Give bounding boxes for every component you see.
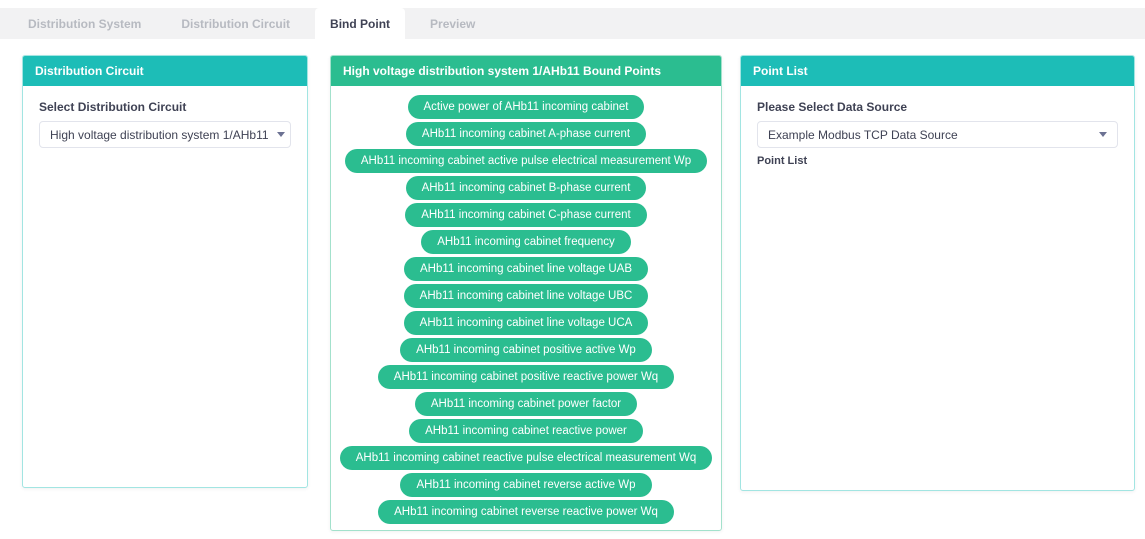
bound-point-label: AHb11 incoming cabinet A-phase current <box>422 128 630 140</box>
bound-points-panel: High voltage distribution system 1/AHb11… <box>330 55 722 531</box>
distribution-circuit-select[interactable]: High voltage distribution system 1/AHb11 <box>39 121 291 148</box>
bound-point-pill[interactable]: AHb11 incoming cabinet positive reactive… <box>378 365 674 389</box>
bound-point-label: AHb11 incoming cabinet power factor <box>431 398 621 410</box>
tab-distribution-circuit[interactable]: Distribution Circuit <box>166 8 305 39</box>
bound-point-pill[interactable]: AHb11 incoming cabinet reverse reactive … <box>378 500 674 524</box>
tab-label: Distribution System <box>28 17 141 31</box>
chevron-down-icon <box>277 132 285 137</box>
bound-point-label: AHb11 incoming cabinet reverse reactive … <box>394 506 658 518</box>
tab-preview[interactable]: Preview <box>415 8 490 39</box>
bound-point-pill[interactable]: AHb11 incoming cabinet reactive power <box>409 419 643 443</box>
bound-point-pill[interactable]: AHb11 incoming cabinet C-phase current <box>405 203 646 227</box>
data-source-select-label: Please Select Data Source <box>757 100 1118 114</box>
bound-point-pill[interactable]: AHb11 incoming cabinet A-phase current <box>406 122 646 146</box>
bound-point-pill[interactable]: AHb11 incoming cabinet B-phase current <box>406 176 647 200</box>
tab-bind-point[interactable]: Bind Point <box>315 8 405 39</box>
panel-title: Distribution Circuit <box>23 56 307 86</box>
panel-title: Point List <box>741 56 1134 86</box>
bound-point-label: AHb11 incoming cabinet C-phase current <box>421 209 630 221</box>
bound-point-label: AHb11 incoming cabinet reactive power <box>425 425 627 437</box>
bound-point-label: AHb11 incoming cabinet reactive pulse el… <box>356 452 696 464</box>
bound-point-label: AHb11 incoming cabinet reverse active Wp <box>416 479 635 491</box>
chevron-down-icon <box>1099 132 1107 137</box>
bound-points-list: Active power of AHb11 incoming cabinet A… <box>331 86 721 524</box>
tab-distribution-system[interactable]: Distribution System <box>13 8 156 39</box>
bound-point-pill[interactable]: AHb11 incoming cabinet line voltage UCA <box>404 311 649 335</box>
bound-point-label: AHb11 incoming cabinet frequency <box>437 236 615 248</box>
select-distribution-circuit-label: Select Distribution Circuit <box>39 100 291 114</box>
bound-point-pill[interactable]: AHb11 incoming cabinet frequency <box>421 230 631 254</box>
bound-point-label: Active power of AHb11 incoming cabinet <box>424 101 629 113</box>
tab-label: Distribution Circuit <box>181 17 290 31</box>
distribution-circuit-panel-body: Select Distribution Circuit High voltage… <box>23 86 307 162</box>
panel-title: High voltage distribution system 1/AHb11… <box>331 56 721 86</box>
bound-point-pill[interactable]: AHb11 incoming cabinet active pulse elec… <box>345 149 707 173</box>
bound-point-label: AHb11 incoming cabinet B-phase current <box>422 182 631 194</box>
point-list-panel-body: Please Select Data Source Example Modbus… <box>741 86 1134 181</box>
bound-point-pill[interactable]: AHb11 incoming cabinet positive active W… <box>400 338 652 362</box>
distribution-circuit-select-value: High voltage distribution system 1/AHb11 <box>50 128 269 142</box>
tab-label: Bind Point <box>330 17 390 31</box>
distribution-circuit-panel: Distribution Circuit Select Distribution… <box>22 55 308 488</box>
tab-label: Preview <box>430 17 475 31</box>
bound-point-label: AHb11 incoming cabinet line voltage UBC <box>420 290 633 302</box>
data-source-select[interactable]: Example Modbus TCP Data Source <box>757 121 1118 148</box>
bound-point-pill[interactable]: AHb11 incoming cabinet line voltage UBC <box>404 284 649 308</box>
bound-point-label: AHb11 incoming cabinet line voltage UAB <box>420 263 632 275</box>
point-list-panel: Point List Please Select Data Source Exa… <box>740 55 1135 491</box>
point-list-label: Point List <box>757 155 1118 167</box>
bound-point-label: AHb11 incoming cabinet line voltage UCA <box>420 317 633 329</box>
bound-point-label: AHb11 incoming cabinet positive active W… <box>416 344 636 356</box>
bound-point-pill[interactable]: Active power of AHb11 incoming cabinet <box>408 95 645 119</box>
bound-point-pill[interactable]: AHb11 incoming cabinet line voltage UAB <box>404 257 648 281</box>
bound-point-pill[interactable]: AHb11 incoming cabinet reverse active Wp <box>400 473 651 497</box>
data-source-select-value: Example Modbus TCP Data Source <box>768 128 958 142</box>
bound-point-label: AHb11 incoming cabinet active pulse elec… <box>361 155 691 167</box>
bound-point-label: AHb11 incoming cabinet positive reactive… <box>394 371 658 383</box>
bound-point-pill[interactable]: AHb11 incoming cabinet power factor <box>415 392 637 416</box>
bound-point-pill[interactable]: AHb11 incoming cabinet reactive pulse el… <box>340 446 712 470</box>
tab-bar: Distribution System Distribution Circuit… <box>0 8 1145 39</box>
